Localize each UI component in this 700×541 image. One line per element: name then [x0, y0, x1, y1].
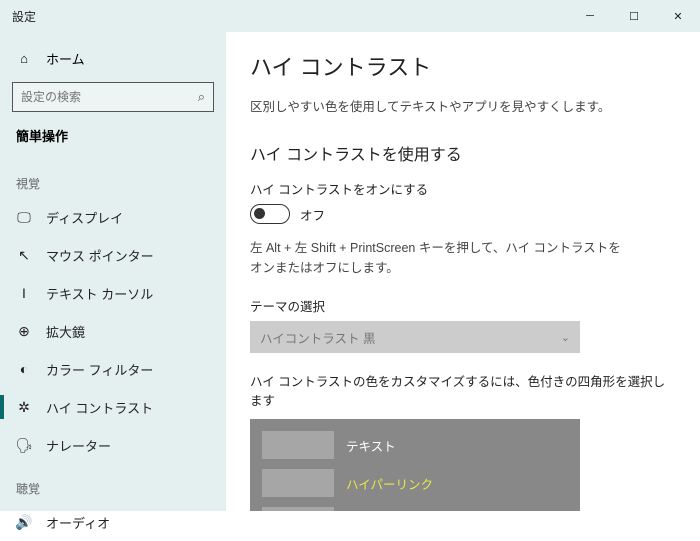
section-visual-label: 視覚: [0, 159, 226, 198]
titlebar: 設定 ─ ☐ ✕: [0, 0, 700, 32]
page-description: 区別しやすい色を使用してテキストやアプリを見やすくします。: [250, 96, 676, 115]
sidebar-item-label: ハイ コントラスト: [46, 398, 153, 417]
text-cursor-icon: I: [16, 285, 32, 301]
customize-label: ハイ コントラストの色をカスタマイズするには、色付きの四角形を選択します: [250, 371, 676, 409]
display-icon: 🖵: [16, 209, 32, 226]
page-title: ハイ コントラスト: [250, 50, 676, 82]
sidebar-item-color-filters[interactable]: ◐ カラー フィルター: [0, 350, 226, 388]
minimize-button[interactable]: ─: [568, 0, 612, 32]
sidebar-item-label: ディスプレイ: [46, 208, 123, 227]
high-contrast-toggle[interactable]: [250, 204, 290, 224]
toggle-label: ハイ コントラストをオンにする: [250, 179, 676, 198]
hyperlink-color-swatch[interactable]: [262, 469, 334, 497]
cursor-icon: ↖: [16, 247, 32, 264]
preview-hyperlink-label: ハイパーリンク: [346, 474, 433, 493]
search-input[interactable]: [21, 90, 198, 104]
sidebar-item-narrator[interactable]: 🗣 ナレーター: [0, 426, 226, 464]
theme-label: テーマの選択: [250, 296, 676, 315]
sidebar-item-audio[interactable]: 🔊 オーディオ: [0, 503, 226, 541]
sidebar-item-label: カラー フィルター: [46, 360, 153, 379]
category-heading: 簡単操作: [0, 122, 226, 159]
toggle-state: オフ: [300, 205, 325, 224]
sidebar-item-text-cursor[interactable]: I テキスト カーソル: [0, 274, 226, 312]
home-icon: ⌂: [16, 51, 32, 66]
color-preview-panel: テキスト ハイパーリンク 淡色表示のテキスト 選択されたテキスト: [250, 419, 580, 511]
theme-dropdown[interactable]: ハイコントラスト 黒 ⌄: [250, 321, 580, 353]
section-hearing-label: 聴覚: [0, 464, 226, 503]
high-contrast-icon: ✲: [16, 399, 32, 416]
app-title: 設定: [0, 8, 36, 25]
chevron-down-icon: ⌄: [561, 331, 570, 344]
sidebar-item-display[interactable]: 🖵 ディスプレイ: [0, 198, 226, 236]
maximize-button[interactable]: ☐: [612, 0, 656, 32]
sidebar-item-label: マウス ポインター: [46, 246, 154, 265]
sidebar-item-label: ナレーター: [46, 436, 111, 455]
sidebar-item-label: 拡大鏡: [46, 322, 85, 341]
sidebar-item-label: テキスト カーソル: [46, 284, 153, 303]
narrator-icon: 🗣: [16, 437, 32, 454]
search-icon: ⌕: [198, 89, 205, 105]
sidebar: ⌂ ホーム ⌕ 簡単操作 視覚 🖵 ディスプレイ ↖ マウス ポインター I テ…: [0, 32, 226, 511]
close-button[interactable]: ✕: [656, 0, 700, 32]
magnifier-icon: ⊕: [16, 323, 32, 340]
search-box[interactable]: ⌕: [12, 82, 214, 112]
use-heading: ハイ コントラストを使用する: [250, 141, 676, 165]
home-label: ホーム: [46, 49, 85, 68]
sidebar-item-mouse-pointer[interactable]: ↖ マウス ポインター: [0, 236, 226, 274]
theme-value: ハイコントラスト 黒: [260, 328, 375, 347]
preview-text-label: テキスト: [346, 436, 396, 455]
toggle-knob: [254, 208, 265, 219]
audio-icon: 🔊: [16, 514, 32, 531]
window-controls: ─ ☐ ✕: [568, 0, 700, 32]
sidebar-item-high-contrast[interactable]: ✲ ハイ コントラスト: [0, 388, 226, 426]
sidebar-item-label: オーディオ: [46, 513, 110, 532]
content-pane: ハイ コントラスト 区別しやすい色を使用してテキストやアプリを見やすくします。 …: [226, 32, 700, 511]
color-filter-icon: ◐: [16, 361, 32, 377]
shortcut-hint: 左 Alt + 左 Shift + PrintScreen キーを押して、ハイ …: [250, 238, 630, 278]
home-nav[interactable]: ⌂ ホーム: [0, 40, 226, 76]
disabled-color-swatch[interactable]: [262, 507, 334, 511]
text-color-swatch[interactable]: [262, 431, 334, 459]
sidebar-item-magnifier[interactable]: ⊕ 拡大鏡: [0, 312, 226, 350]
